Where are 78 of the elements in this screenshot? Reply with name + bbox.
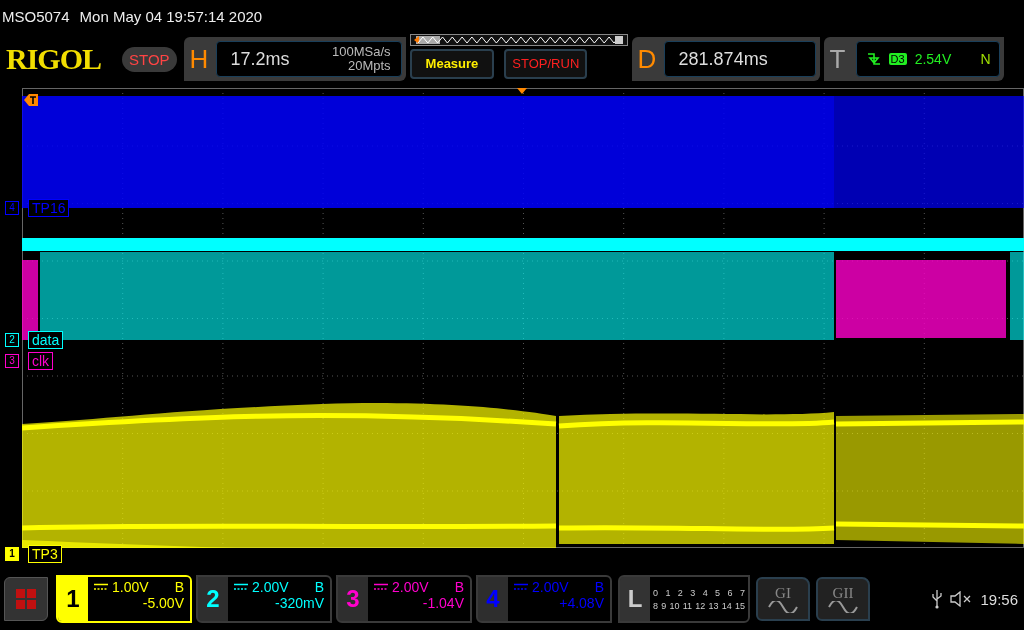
grid-icon [15, 588, 37, 610]
horizontal-panel[interactable]: H 17.2ms 100MSa/s 20Mpts [183, 37, 406, 81]
channel-offset: -5.00V [142, 595, 184, 611]
channel-panel[interactable]: 1 1.00V B -5.00V [56, 575, 192, 623]
logic-bit: 0 [653, 587, 658, 598]
logic-bit: 9 [661, 600, 667, 611]
logic-bit: 13 [708, 600, 719, 611]
channel-marker[interactable]: 3 [5, 354, 19, 368]
channel-label: data [28, 331, 64, 349]
memory-depth: 20Mpts [347, 59, 391, 73]
delay-panel[interactable]: D 281.874ms [631, 37, 820, 81]
trigger-level-icon [24, 94, 38, 106]
dc-coupling-icon [94, 583, 108, 591]
dc-coupling-icon [374, 583, 388, 591]
bandwidth-limit: B [174, 579, 184, 595]
channel-scale: 2.00V [392, 579, 429, 595]
bandwidth-limit: B [314, 579, 324, 595]
channel-number: 3 [345, 584, 361, 614]
channel-offset: -320mV [274, 595, 324, 611]
channel-panel[interactable]: 3 2.00V B -1.04V [336, 575, 472, 623]
trigger-source: D3 [888, 53, 907, 65]
measure-button[interactable]: Measure [409, 48, 495, 79]
sine-icon [828, 601, 858, 613]
channel-marker[interactable]: 2 [5, 333, 19, 347]
logic-bit: 12 [695, 600, 706, 611]
stop-run-button[interactable]: STOP/RUN [504, 48, 588, 79]
logic-bit: 7 [739, 587, 745, 598]
channel-number: 4 [485, 584, 501, 614]
falling-edge-icon [866, 51, 881, 67]
delay-letter: D [637, 43, 658, 75]
muted-speaker-icon[interactable] [950, 591, 973, 607]
delay-value: 281.874ms [678, 48, 768, 70]
logic-letter: L [620, 577, 650, 621]
date-time: Mon May 04 19:57:14 2020 [79, 7, 263, 25]
channel-label: TP16 [28, 199, 70, 217]
logic-bit: 1 [665, 587, 671, 598]
channel-label: clk [28, 352, 54, 370]
logic-bit: 3 [690, 587, 696, 598]
bandwidth-limit: B [594, 579, 604, 595]
channel-marker[interactable]: 1 [5, 547, 19, 561]
trigger-position-icon [517, 88, 527, 94]
run-state-indicator: STOP [122, 46, 177, 72]
logo: RIGOL [6, 42, 103, 76]
logic-bit: 2 [677, 587, 683, 598]
horizontal-letter: H [189, 43, 210, 75]
logic-bit: 10 [669, 600, 680, 611]
sample-rate: 100MSa/s [332, 45, 391, 59]
dc-coupling-icon [514, 583, 528, 591]
logic-bit: 4 [702, 587, 708, 598]
trigger-letter: T [829, 43, 847, 75]
logic-bit: 5 [715, 587, 721, 598]
channel-number: 2 [205, 584, 221, 614]
logic-bit: 8 [653, 600, 658, 611]
logic-bit: 11 [682, 600, 693, 611]
timebase-value: 17.2ms [230, 48, 290, 70]
clock-time: 19:56 [980, 590, 1018, 608]
usb-icon [932, 589, 943, 609]
channel-scale: 1.00V [112, 579, 149, 595]
trigger-level: 2.54V [914, 51, 952, 67]
generator-button[interactable]: GII [816, 577, 870, 621]
generator-button[interactable]: GI [756, 577, 810, 621]
logic-panel[interactable]: L 0 1 2 3 4 5 6 7 8 9 10 11 12 13 14 15 [618, 575, 750, 623]
logic-bit: 14 [721, 600, 732, 611]
sine-icon [768, 601, 798, 613]
channel-scale: 2.00V [252, 579, 289, 595]
dc-coupling-icon [234, 583, 248, 591]
channel-number: 1 [58, 577, 88, 621]
logic-bit: 6 [727, 587, 733, 598]
channel-offset: -1.04V [422, 595, 464, 611]
trigger-panel[interactable]: T D3 2.54V N [823, 37, 1004, 81]
channel-scale: 2.00V [532, 579, 569, 595]
channel-panel[interactable]: 2 2.00V B -320mV [196, 575, 332, 623]
channel-label: TP3 [28, 545, 62, 563]
trigger-mode: N [980, 51, 991, 67]
bandwidth-limit: B [454, 579, 464, 595]
channel-offset: +4.08V [559, 595, 604, 611]
model-name: MSO5074 [2, 7, 70, 25]
logic-bit: 15 [734, 600, 745, 611]
